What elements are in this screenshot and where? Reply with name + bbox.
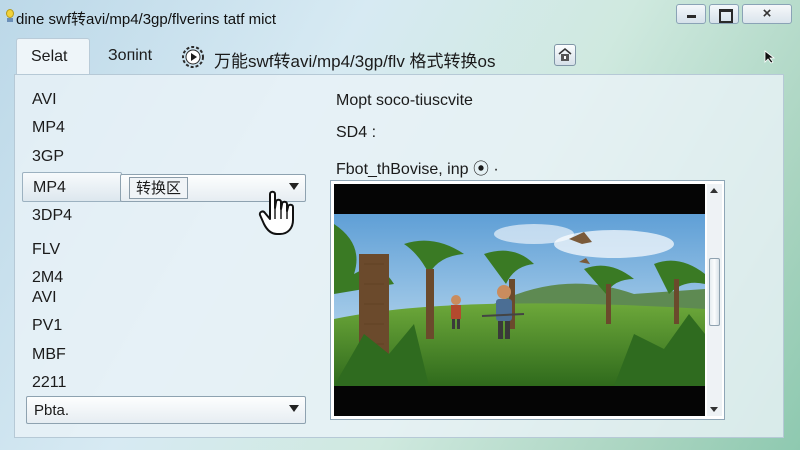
format-item[interactable]: AVI	[16, 286, 120, 310]
video-preview-frame	[330, 180, 725, 420]
window-title: dine swf转avi/mp4/3gp/flverins tatf mict	[16, 11, 277, 28]
format-item-selected[interactable]: MP4	[22, 172, 122, 202]
lightbulb-icon	[4, 9, 16, 23]
hand-cursor-icon	[258, 190, 294, 235]
format-item[interactable]: 3GP	[16, 145, 120, 169]
preview-image	[334, 184, 705, 416]
format-item[interactable]: FLV	[16, 238, 120, 262]
format-item[interactable]: 2211	[16, 371, 120, 395]
scroll-up-icon[interactable]	[710, 188, 718, 193]
convert-dropdown-label: 转换区	[129, 177, 189, 199]
title-bar: dine swf转avi/mp4/3gp/flverins tatf mict …	[0, 0, 800, 34]
info-format: SD4 :	[336, 124, 377, 141]
tab-options[interactable]: Зoпint	[94, 38, 186, 74]
lock-button[interactable]	[554, 44, 576, 66]
chevron-down-icon	[289, 405, 299, 412]
tab-select[interactable]: Selat	[16, 38, 90, 74]
scrollbar-thumb[interactable]	[709, 258, 720, 326]
preview-scrollbar[interactable]	[707, 184, 722, 416]
lock-icon	[558, 47, 572, 61]
format-item[interactable]: MBF	[16, 343, 120, 367]
output-dropdown-value: Pbta.	[34, 402, 70, 419]
play-circle-icon	[182, 46, 204, 68]
tab-strip: Selat Зoпint 万能swf转avi/mp4/3gp/flv 格式转换o…	[12, 38, 782, 74]
page-title-text: 万能swf转avi/mp4/3gp/flv 格式转换os	[214, 52, 496, 71]
close-button[interactable]: ×	[742, 4, 792, 24]
output-dropdown[interactable]: Pbta.	[26, 396, 306, 424]
format-item[interactable]: PV1	[16, 314, 120, 338]
maximize-button[interactable]	[709, 4, 739, 24]
close-icon: ×	[762, 5, 772, 22]
info-title: Mopt soco-tiuscvite	[336, 92, 473, 109]
video-preview[interactable]	[334, 184, 705, 416]
scroll-down-icon[interactable]	[710, 407, 718, 412]
minimize-button[interactable]	[676, 4, 706, 24]
arrow-cursor-icon	[764, 50, 776, 64]
format-item[interactable]: 3DP4	[16, 204, 120, 228]
format-item[interactable]: AVI	[16, 88, 120, 112]
info-description: Fbot_thBovise, inp ⦿ ·	[336, 161, 499, 178]
format-item[interactable]: MP4	[16, 116, 120, 140]
